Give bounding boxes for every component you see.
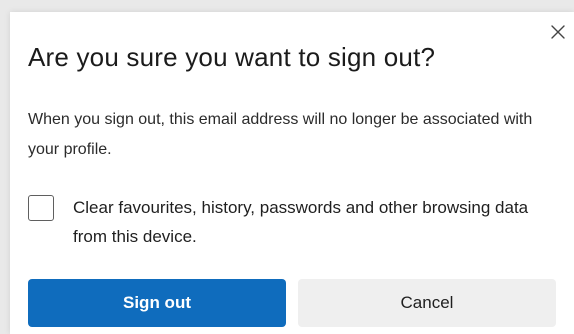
- close-button[interactable]: [544, 18, 574, 48]
- clear-data-label[interactable]: Clear favourites, history, passwords and…: [73, 193, 533, 251]
- dialog-description: When you sign out, this email address wi…: [28, 111, 533, 158]
- sign-out-dialog: Are you sure you want to sign out? When …: [10, 12, 574, 334]
- cancel-button[interactable]: Cancel: [298, 279, 556, 327]
- clear-data-checkbox[interactable]: [28, 195, 54, 221]
- sign-out-button[interactable]: Sign out: [28, 279, 286, 327]
- dialog-title: Are you sure you want to sign out?: [28, 42, 436, 72]
- close-icon: [551, 25, 565, 39]
- clear-data-option[interactable]: Clear favourites, history, passwords and…: [28, 195, 558, 251]
